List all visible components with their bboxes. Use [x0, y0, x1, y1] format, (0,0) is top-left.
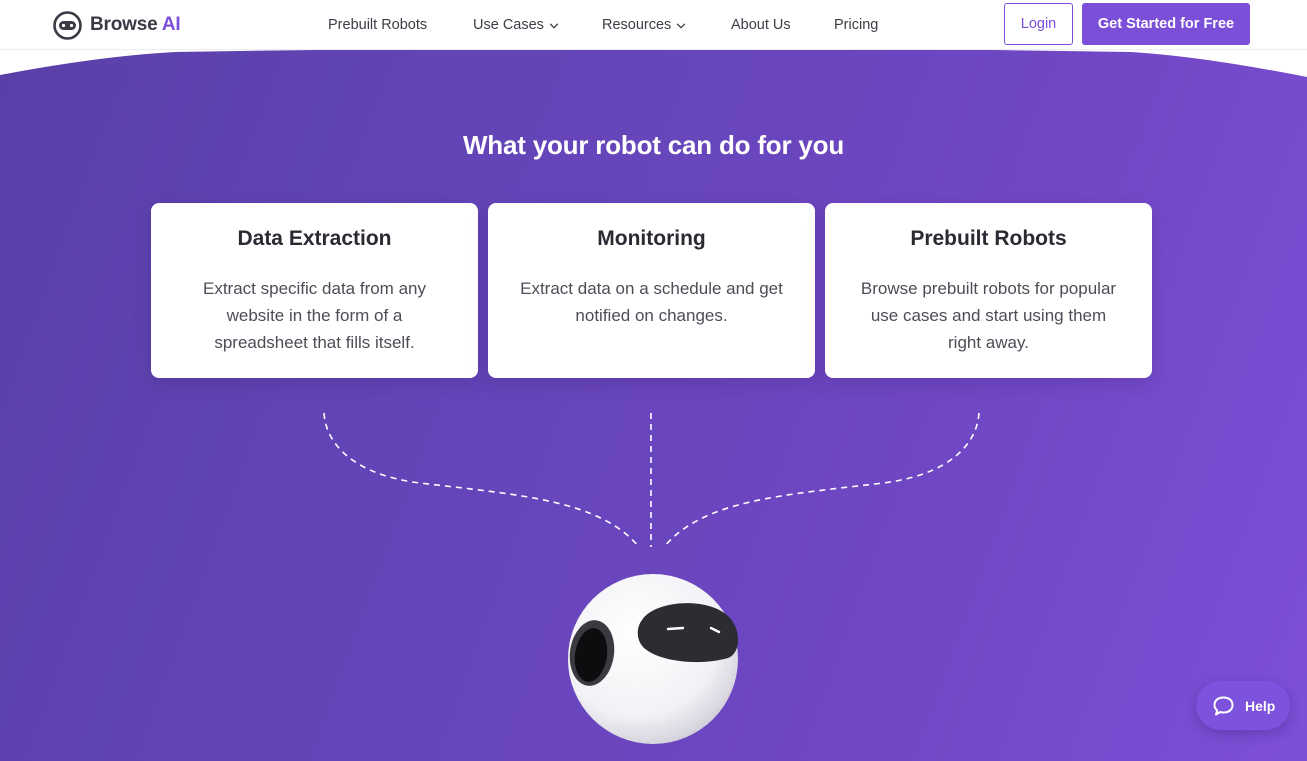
- nav-item-label: Pricing: [834, 17, 879, 33]
- feature-card-data-extraction[interactable]: Data Extraction Extract specific data fr…: [151, 203, 478, 378]
- hero-section: What your robot can do for you Data Extr…: [0, 50, 1307, 761]
- nav-item-label: Use Cases: [473, 17, 544, 33]
- chevron-down-icon: [549, 23, 559, 28]
- help-label: Help: [1245, 697, 1276, 714]
- robot-face-icon: [53, 10, 82, 40]
- hero-top-curve: [0, 50, 1307, 77]
- feature-card-prebuilt-robots[interactable]: Prebuilt Robots Browse prebuilt robots f…: [825, 203, 1152, 378]
- card-description: Extract specific data from any website i…: [203, 279, 426, 352]
- site-header: Browse AI Prebuilt Robots Use Cases Reso…: [0, 0, 1307, 50]
- get-started-button[interactable]: Get Started for Free: [1082, 3, 1250, 45]
- brand-name-main: Browse: [90, 14, 158, 35]
- connector-right: [663, 412, 980, 548]
- nav-item-pricing[interactable]: Pricing: [834, 0, 878, 50]
- nav-item-label: Prebuilt Robots: [328, 17, 428, 33]
- feature-card-monitoring[interactable]: Monitoring Extract data on a schedule an…: [488, 203, 815, 378]
- chat-bubble-icon: [1213, 696, 1234, 715]
- card-title: Monitoring: [597, 227, 706, 250]
- brand-logo[interactable]: Browse AI: [53, 9, 181, 41]
- nav-item-prebuilt-robots[interactable]: Prebuilt Robots: [328, 0, 427, 50]
- chevron-down-icon: [677, 23, 686, 28]
- nav-item-label: Resources: [602, 17, 672, 33]
- card-description: Browse prebuilt robots for popular use c…: [860, 279, 1117, 352]
- card-description: Extract data on a schedule and get notif…: [520, 279, 783, 325]
- section-title: What your robot can do for you: [462, 130, 845, 160]
- card-title: Data Extraction: [237, 227, 392, 250]
- nav-item-about-us[interactable]: About Us: [731, 0, 791, 50]
- nav-item-resources[interactable]: Resources: [602, 0, 686, 50]
- card-title: Prebuilt Robots: [910, 227, 1067, 250]
- nav-item-use-cases[interactable]: Use Cases: [473, 0, 559, 50]
- help-button[interactable]: Help: [1196, 681, 1290, 730]
- login-button[interactable]: Login: [1004, 3, 1073, 45]
- brand-name: Browse AI: [90, 14, 181, 36]
- robot-mascot-image: [568, 574, 739, 744]
- brand-name-accent: AI: [161, 14, 181, 35]
- nav-item-label: About Us: [731, 17, 791, 33]
- connector-left: [323, 412, 640, 548]
